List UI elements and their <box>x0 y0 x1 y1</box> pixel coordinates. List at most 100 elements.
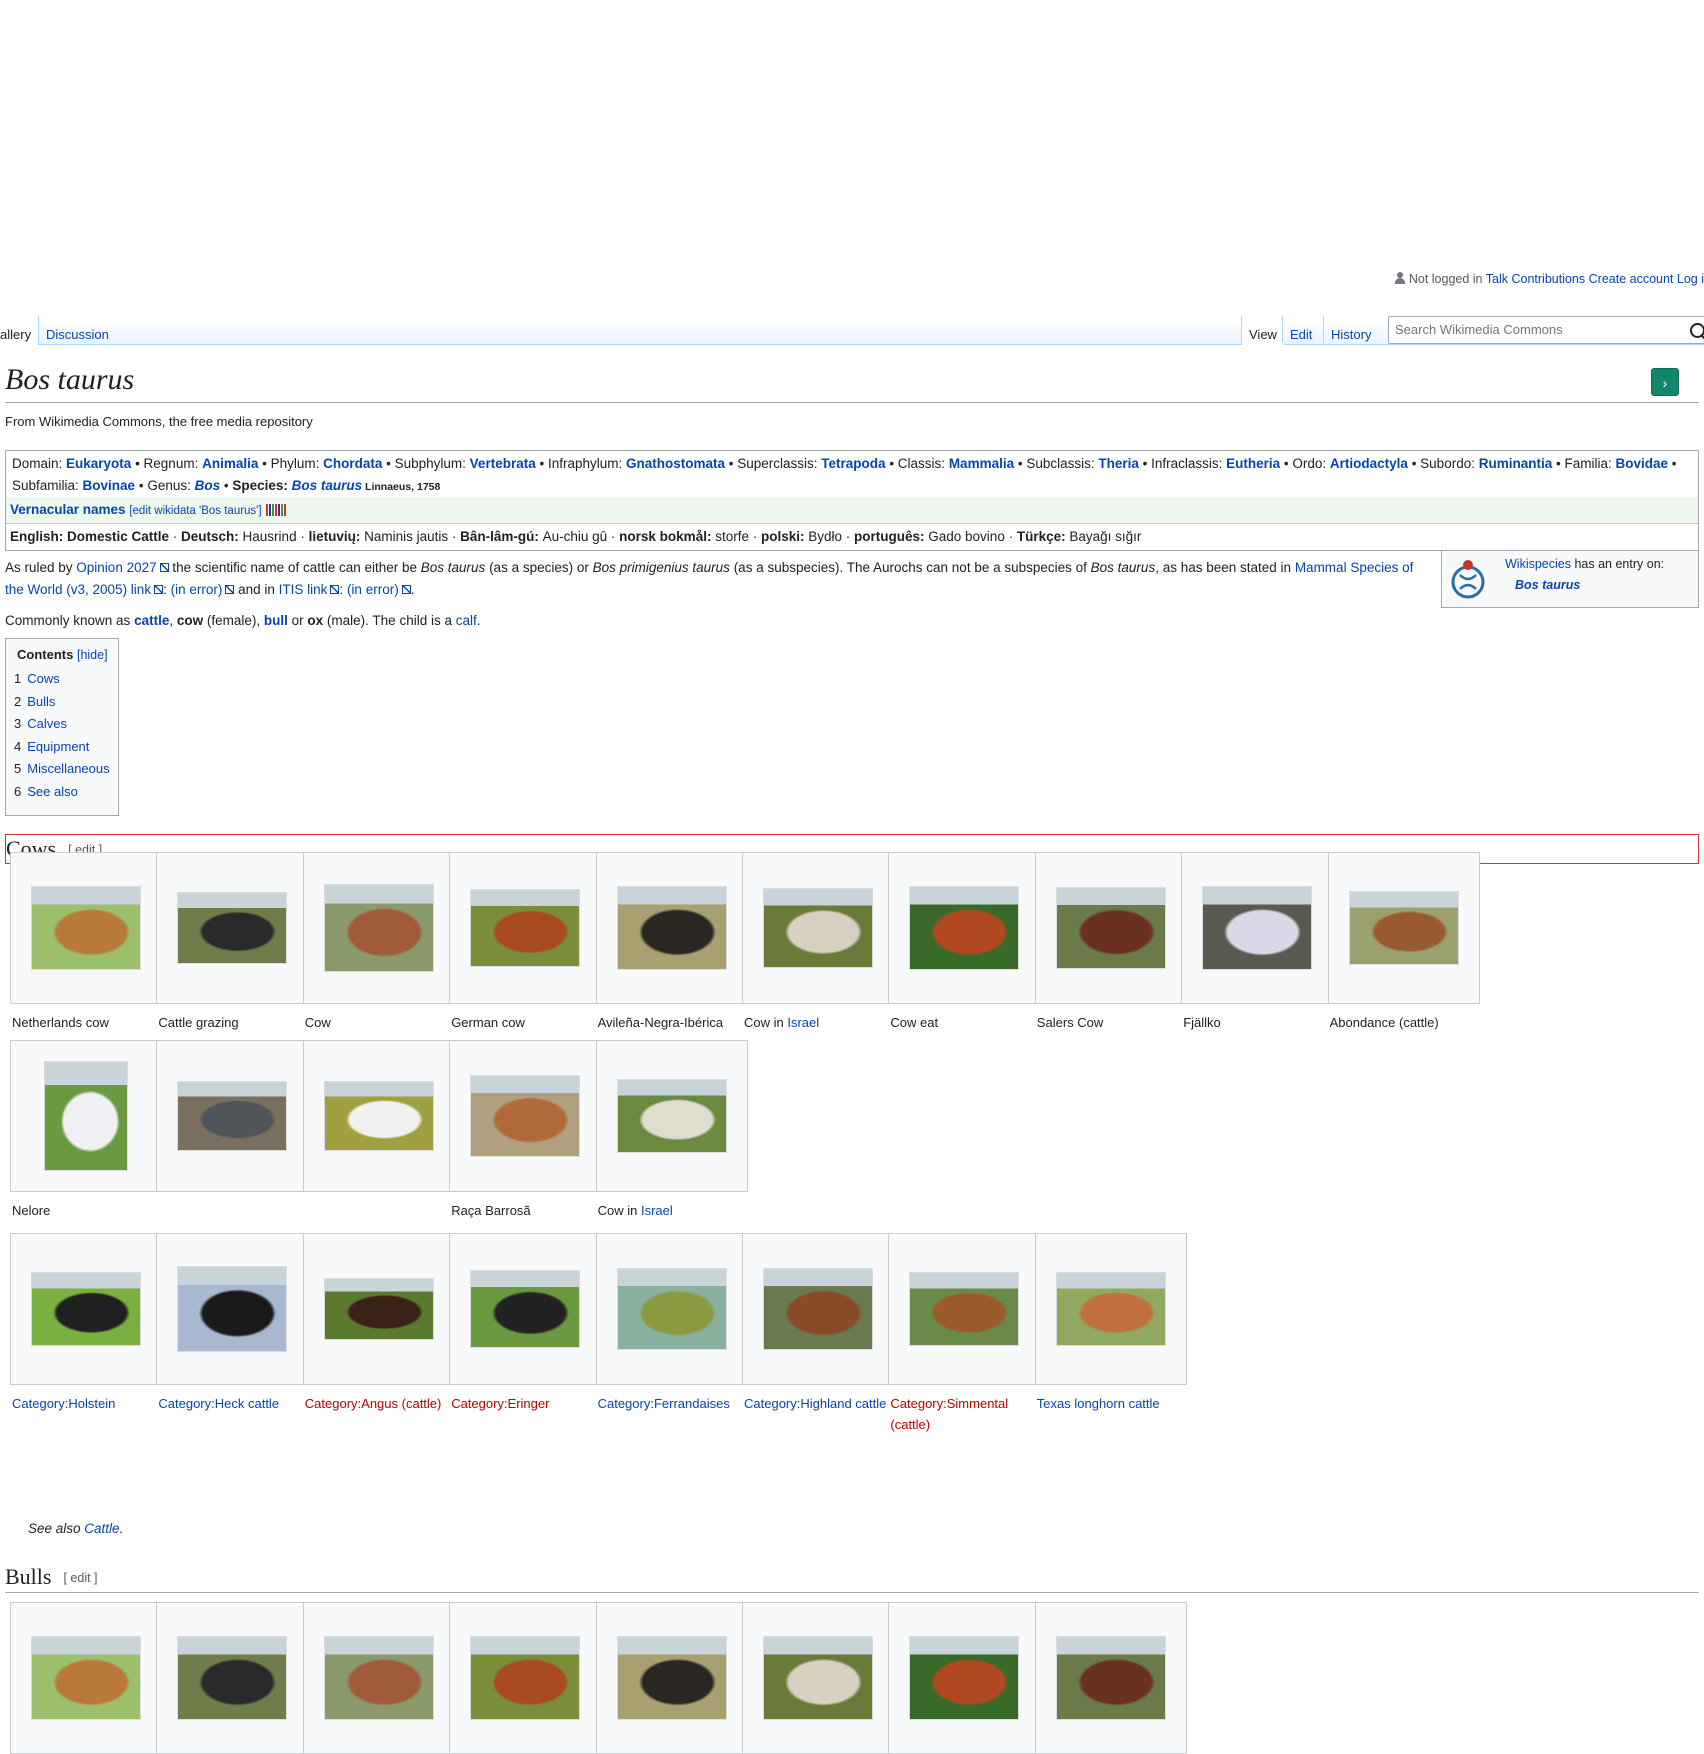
caption-link[interactable]: Israel <box>641 1203 673 1218</box>
edit-wikidata-link[interactable]: [edit wikidata 'Bos taurus'] <box>129 505 261 517</box>
section-edit-link[interactable]: [ edit ] <box>63 1571 97 1585</box>
taxon-link-chordata[interactable]: Chordata <box>323 456 382 471</box>
gallery-image[interactable] <box>177 1636 288 1720</box>
toc-hide-link[interactable]: [hide] <box>77 648 108 662</box>
gallery-thumb[interactable] <box>595 852 748 1004</box>
toc-item-equipment[interactable]: 4 Equipment <box>14 736 110 759</box>
tab-discussion[interactable]: Discussion <box>39 316 116 343</box>
taxon-link-eukaryota[interactable]: Eukaryota <box>66 456 131 471</box>
next-arrow-button[interactable]: › <box>1651 368 1679 396</box>
caption-link[interactable]: Category:Ferrandaises <box>598 1396 730 1411</box>
gallery-image[interactable] <box>470 1270 581 1348</box>
gallery-image[interactable] <box>763 888 873 968</box>
toc-item-calves[interactable]: 3 Calves <box>14 713 110 736</box>
gallery-thumb[interactable] <box>10 1233 162 1385</box>
gallery-image[interactable] <box>909 886 1020 970</box>
caption-link[interactable]: Category:Angus (cattle) <box>305 1396 442 1411</box>
gallery-thumb[interactable] <box>888 1233 1041 1385</box>
contributions-link[interactable]: Contributions <box>1511 272 1585 286</box>
gallery-image[interactable] <box>177 1081 288 1151</box>
create-account-link[interactable]: Create account <box>1589 272 1674 286</box>
gallery-image[interactable] <box>177 892 288 964</box>
taxon-link-vertebrata[interactable]: Vertebrata <box>470 456 536 471</box>
gallery-thumb[interactable] <box>156 1602 309 1754</box>
gallery-image[interactable] <box>470 1636 581 1720</box>
taxon-link-mammalia[interactable]: Mammalia <box>949 456 1014 471</box>
toc-link[interactable]: Calves <box>27 716 67 731</box>
gallery-image[interactable] <box>323 1278 434 1340</box>
gallery-image[interactable] <box>31 1636 141 1720</box>
tab-edit[interactable]: Edit <box>1282 316 1319 343</box>
gallery-image[interactable] <box>323 1636 434 1720</box>
gallery-thumb[interactable] <box>449 1602 602 1754</box>
gallery-thumb[interactable] <box>742 1602 894 1754</box>
caption-link[interactable]: Category:Highland cattle <box>744 1396 886 1411</box>
caption-link[interactable]: Category:Holstein <box>12 1396 115 1411</box>
opinion-2027-link[interactable]: Opinion 2027 <box>76 560 168 575</box>
taxon-link-bos[interactable]: Bos <box>195 478 221 493</box>
toc-item-cows[interactable]: 1 Cows <box>14 668 110 691</box>
taxon-link-bovidae[interactable]: Bovidae <box>1615 456 1668 471</box>
species-name-link[interactable]: Bos taurus <box>292 478 363 493</box>
taxon-link-bovinae[interactable]: Bovinae <box>83 478 136 493</box>
caption-link[interactable]: Category:Heck cattle <box>158 1396 279 1411</box>
gallery-thumb[interactable] <box>156 852 309 1004</box>
toc-item-bulls[interactable]: 2 Bulls <box>14 691 110 714</box>
gallery-image[interactable] <box>763 1268 873 1350</box>
gallery-thumb[interactable] <box>595 1602 748 1754</box>
cattle-link[interactable]: cattle <box>134 613 169 628</box>
gallery-image[interactable] <box>909 1272 1020 1346</box>
toc-link[interactable]: Miscellaneous <box>27 761 109 776</box>
gallery-thumb[interactable] <box>302 852 455 1004</box>
taxon-link-artiodactyla[interactable]: Artiodactyla <box>1330 456 1408 471</box>
gallery-image[interactable] <box>323 1081 434 1151</box>
gallery-thumb[interactable] <box>742 852 894 1004</box>
calf-link[interactable]: calf <box>456 613 477 628</box>
caption-link[interactable]: Texas longhorn cattle <box>1037 1396 1160 1411</box>
gallery-thumb[interactable] <box>449 1040 602 1192</box>
gallery-thumb[interactable] <box>302 1233 455 1385</box>
gallery-thumb[interactable] <box>595 1233 748 1385</box>
gallery-thumb[interactable] <box>156 1233 309 1385</box>
gallery-image[interactable] <box>1055 1636 1166 1720</box>
tab-view[interactable]: View <box>1241 316 1284 345</box>
gallery-thumb[interactable] <box>10 852 162 1004</box>
gallery-image[interactable] <box>763 1636 873 1720</box>
caption-link[interactable]: Category:Eringer <box>451 1396 549 1411</box>
wikispecies-link[interactable]: Wikispecies <box>1505 557 1571 571</box>
gallery-image[interactable] <box>177 1266 288 1352</box>
gallery-image[interactable] <box>1348 891 1459 965</box>
gallery-image[interactable] <box>470 889 581 967</box>
itis-link[interactable]: ITIS link <box>279 582 340 597</box>
talk-link[interactable]: Talk <box>1486 272 1508 286</box>
toc-link[interactable]: Cows <box>27 671 60 686</box>
gallery-image[interactable] <box>31 886 141 970</box>
gallery-thumb[interactable] <box>302 1040 455 1192</box>
gallery-thumb[interactable] <box>1034 1233 1187 1385</box>
taxon-link-gnathostomata[interactable]: Gnathostomata <box>626 456 725 471</box>
gallery-thumb[interactable] <box>888 1602 1041 1754</box>
gallery-image[interactable] <box>616 1268 727 1350</box>
gallery-thumb[interactable] <box>595 1040 748 1192</box>
gallery-image[interactable] <box>616 1079 727 1153</box>
search-box[interactable] <box>1388 316 1704 344</box>
tab-gallery[interactable]: allery <box>0 316 40 345</box>
gallery-image[interactable] <box>616 1636 727 1720</box>
gallery-thumb[interactable] <box>449 1233 602 1385</box>
log-in-link[interactable]: Log i <box>1677 272 1704 286</box>
see-also-cattle-link[interactable]: Cattle <box>84 1521 119 1536</box>
search-input[interactable] <box>1389 317 1681 342</box>
gallery-thumb[interactable] <box>10 1602 162 1754</box>
gallery-thumb[interactable] <box>10 1040 162 1192</box>
search-icon[interactable] <box>1690 323 1704 338</box>
gallery-image[interactable] <box>323 884 434 972</box>
taxon-link-ruminantia[interactable]: Ruminantia <box>1479 456 1553 471</box>
toc-link[interactable]: See also <box>27 784 78 799</box>
wikidata-barcode-icon[interactable] <box>265 504 286 516</box>
in-error-link-2[interactable]: (in error) <box>347 582 411 597</box>
gallery-image[interactable] <box>1055 1272 1166 1346</box>
gallery-thumb[interactable] <box>742 1233 894 1385</box>
vernacular-names-link[interactable]: Vernacular names <box>10 502 126 517</box>
gallery-thumb[interactable] <box>156 1040 309 1192</box>
gallery-image[interactable] <box>1055 887 1166 969</box>
